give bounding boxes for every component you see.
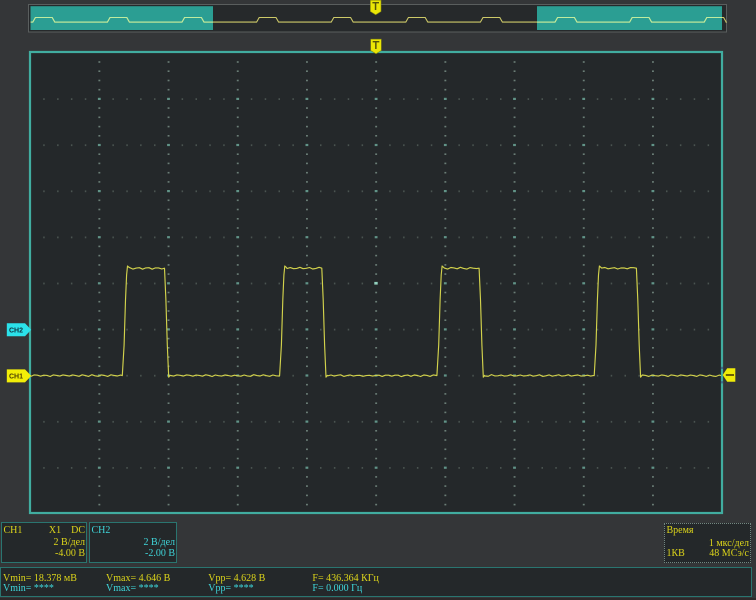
svg-text:CH2: CH2: [9, 327, 23, 334]
svg-text:CH1: CH1: [9, 374, 23, 381]
